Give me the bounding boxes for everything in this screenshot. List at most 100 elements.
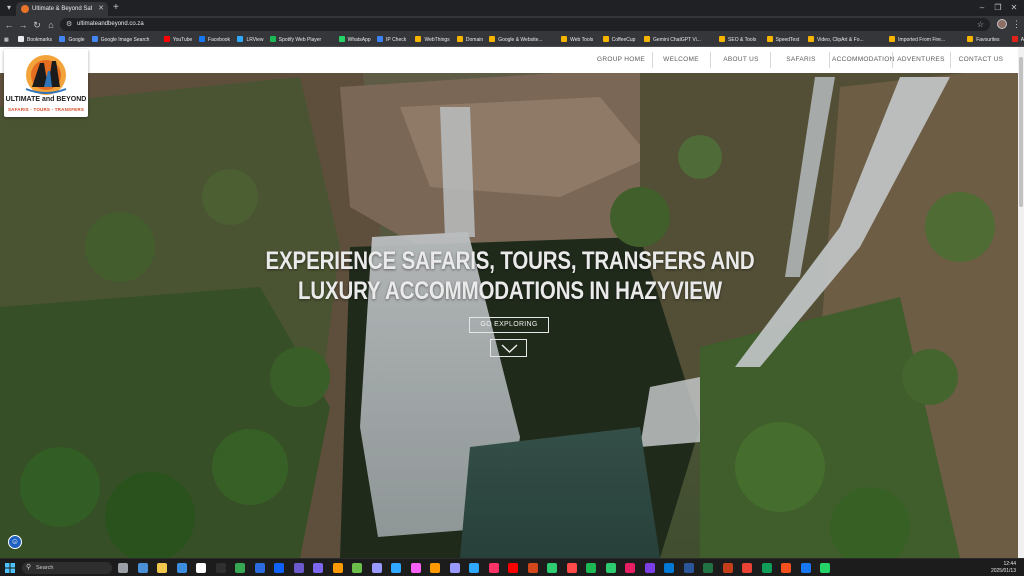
restore-icon[interactable]: ❐ <box>992 2 1004 14</box>
bookmark-label: SEO & Tools <box>728 37 757 43</box>
bookmark-item[interactable]: CoffeeCup <box>602 34 635 46</box>
tab-search-icon[interactable]: ▾ <box>3 2 15 14</box>
reload-icon[interactable]: ↻ <box>31 19 43 31</box>
bookmark-item[interactable]: WhatsApp <box>338 34 371 46</box>
taskbar-app-icon[interactable] <box>566 563 577 573</box>
taskbar-app-icon[interactable] <box>352 563 362 573</box>
profile-avatar-icon[interactable] <box>997 19 1007 29</box>
nav-safaris[interactable]: SAFARIS <box>778 47 824 73</box>
taskbar-app-icon[interactable] <box>722 563 733 573</box>
bookmark-item[interactable]: YouTube <box>163 34 193 46</box>
taskbar-app-icon[interactable] <box>410 563 421 573</box>
bookmark-item[interactable]: Favourites <box>967 34 1000 46</box>
bookmark-item[interactable]: WebThings <box>415 34 450 46</box>
back-icon[interactable]: ← <box>3 19 15 31</box>
nav-accommodation[interactable]: ACCOMMODATION <box>832 47 894 73</box>
taskbar-app-icon[interactable] <box>781 563 791 573</box>
bookmark-item[interactable]: Video, ClipArt & Fo... <box>808 34 864 46</box>
bookmark-item[interactable]: SpeedTest <box>766 34 799 46</box>
taskbar-app-icon[interactable] <box>703 563 713 573</box>
taskbar-app-icon[interactable] <box>137 563 148 573</box>
bookmark-label: Favourites <box>976 37 1000 43</box>
nav-contact-us[interactable]: CONTACT US <box>956 47 1006 73</box>
bookmark-item[interactable]: Spotify Web Player <box>269 34 321 46</box>
taskbar-app-icon[interactable] <box>508 563 518 573</box>
nav-group-home[interactable]: GROUP HOME <box>594 47 648 73</box>
taskbar-app-icon[interactable] <box>644 563 655 573</box>
nav-about-us[interactable]: ABOUT US <box>718 47 764 73</box>
site-info-icon[interactable]: ⚙ <box>66 20 72 29</box>
page-scrollbar[interactable] <box>1018 47 1024 558</box>
taskbar-app-icon[interactable] <box>761 563 772 573</box>
bookmark-favicon-icon <box>561 36 568 42</box>
nav-divider <box>892 52 893 68</box>
taskbar-app-icon[interactable] <box>664 563 674 573</box>
nav-adventures[interactable]: ADVENTURES <box>896 47 946 73</box>
bookmark-item[interactable]: Google <box>59 34 85 46</box>
nav-divider <box>829 52 830 68</box>
taskbar-app-icon[interactable] <box>157 563 167 573</box>
taskbar-app-icon[interactable] <box>625 563 635 573</box>
site-logo[interactable]: ULTIMATE and BEYOND SAFARIS - TOURS - TR… <box>4 49 88 117</box>
taskbar-app-icon[interactable] <box>742 563 752 573</box>
home-icon[interactable]: ⌂ <box>45 19 57 31</box>
taskbar-app-icon[interactable] <box>215 563 226 573</box>
forward-icon[interactable]: → <box>17 19 29 31</box>
taskbar-app-icon[interactable] <box>332 563 343 573</box>
apps-grid-icon[interactable]: ▦ <box>4 34 9 46</box>
taskbar-app-icon[interactable] <box>683 563 694 573</box>
taskbar-app-icon[interactable] <box>488 563 499 573</box>
bookmark-star-icon[interactable]: ☆ <box>977 19 984 30</box>
taskbar-app-icon[interactable] <box>274 563 284 573</box>
windows-start-icon[interactable] <box>5 563 15 573</box>
bookmark-item[interactable]: Gemini ChatGPT Vi... <box>644 34 701 46</box>
bookmark-item[interactable]: Google Image Search <box>91 34 149 46</box>
nav-welcome[interactable]: WELCOME <box>658 47 704 73</box>
minimize-icon[interactable]: – <box>976 2 988 14</box>
taskbar-app-icon[interactable] <box>293 563 304 573</box>
taskbar-app-icon[interactable] <box>449 563 460 573</box>
new-tab-icon[interactable]: + <box>113 2 119 14</box>
window-close-icon[interactable]: ✕ <box>1008 2 1020 14</box>
bookmark-item[interactable]: Google & Website... <box>489 34 543 46</box>
scrollbar-thumb[interactable] <box>1019 57 1023 207</box>
bookmark-item[interactable]: Adobe Acrobat <box>1011 34 1024 46</box>
taskbar-app-icon[interactable] <box>547 563 557 573</box>
taskbar-app-icon[interactable] <box>371 563 382 573</box>
accessibility-icon[interactable]: ☺ <box>8 535 22 549</box>
bookmark-item[interactable]: Imported From Fire... <box>889 34 945 46</box>
hero-headline-line-1: EXPERIENCE SAFARIS, TOURS, TRANSFERS AND <box>265 247 755 275</box>
scroll-down-button[interactable] <box>490 339 527 357</box>
bookmark-item[interactable]: Domain <box>456 34 483 46</box>
taskbar-app-icon[interactable] <box>820 563 830 573</box>
bookmark-item[interactable]: Web Tools <box>561 34 593 46</box>
bookmark-item[interactable]: Facebook <box>199 34 230 46</box>
taskbar-search-box[interactable]: ⚲ Search <box>22 562 112 574</box>
go-exploring-button[interactable]: GO EXPLORING <box>469 317 549 333</box>
bookmark-item[interactable]: Bookmarks <box>18 34 52 46</box>
taskbar-app-icon[interactable] <box>430 563 440 573</box>
bookmark-item[interactable]: LRView <box>237 34 264 46</box>
address-bar[interactable]: ⚙ ultimateandbeyond.co.za ☆ <box>60 18 990 31</box>
taskbar-app-icon[interactable] <box>254 563 265 573</box>
taskbar-app-icon[interactable] <box>586 563 596 573</box>
taskbar-app-icon[interactable] <box>313 563 323 573</box>
taskbar-app-icon[interactable] <box>176 563 187 573</box>
bookmark-label: YouTube <box>172 37 193 43</box>
bookmark-item[interactable]: SEO & Tools <box>719 34 756 46</box>
taskbar-app-icon[interactable] <box>118 563 128 573</box>
url-text[interactable]: ultimateandbeyond.co.za <box>77 19 144 30</box>
bookmark-item[interactable]: IP Check <box>377 34 406 46</box>
bookmark-favicon-icon <box>602 36 609 42</box>
taskbar-app-icon[interactable] <box>469 563 479 573</box>
browser-tab[interactable]: Ultimate & Beyond Safari Pro ✕ <box>16 2 108 16</box>
taskbar-app-icon[interactable] <box>605 563 616 573</box>
taskbar-app-icon[interactable] <box>527 563 538 573</box>
taskbar-app-icon[interactable] <box>800 563 811 573</box>
tab-close-icon[interactable]: ✕ <box>98 4 104 14</box>
taskbar-app-icon[interactable] <box>235 563 245 573</box>
taskbar-app-icon[interactable] <box>391 563 401 573</box>
menu-dots-icon[interactable]: ⋮ <box>1012 18 1021 30</box>
taskbar-app-icon[interactable] <box>196 563 206 573</box>
system-clock[interactable]: 12:44 2025/01/13 <box>976 561 1016 575</box>
